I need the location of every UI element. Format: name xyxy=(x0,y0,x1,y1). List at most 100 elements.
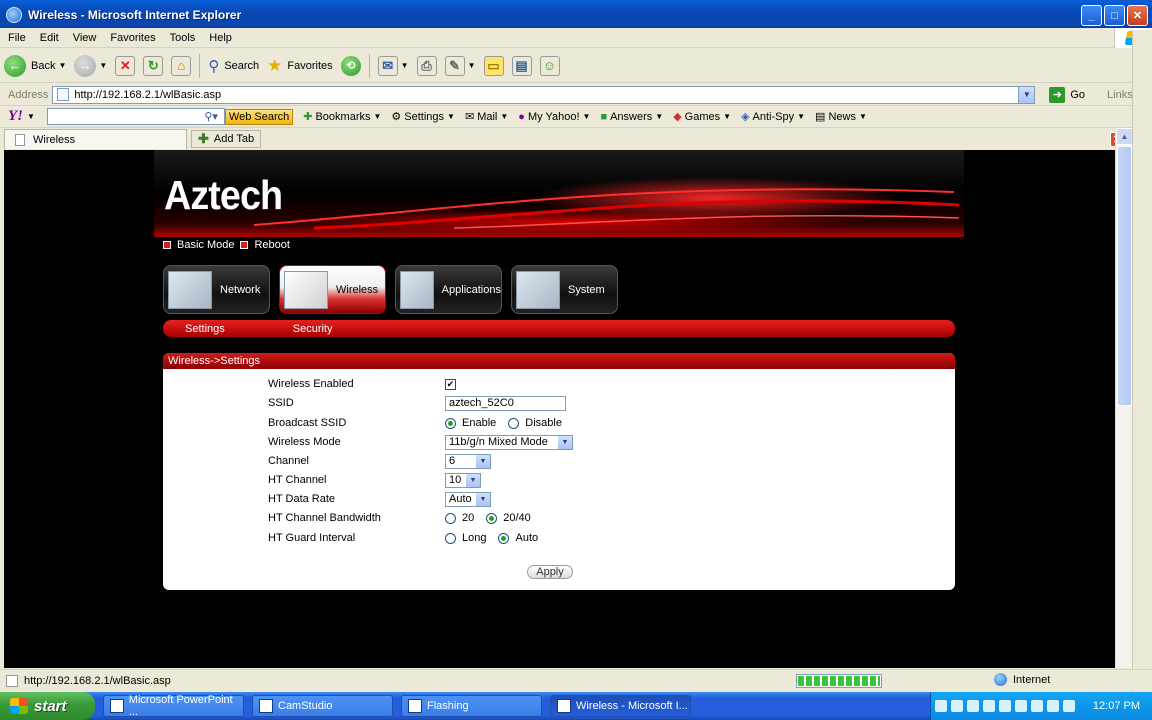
history-button[interactable]: ⟲ xyxy=(337,52,365,80)
games-link[interactable]: ◆ Games ▼ xyxy=(673,110,731,124)
ht-data-rate-value: Auto xyxy=(449,493,472,505)
chevron-down-icon[interactable]: ▼ xyxy=(27,112,35,121)
broadcast-enable-radio[interactable] xyxy=(445,417,456,429)
scroll-up-icon[interactable]: ▲ xyxy=(1116,128,1133,145)
guard-long-radio[interactable] xyxy=(445,532,456,544)
guard-auto-radio[interactable] xyxy=(498,532,510,544)
tray-icon[interactable] xyxy=(1063,700,1075,712)
reboot-link[interactable]: Reboot xyxy=(254,239,289,251)
tray-icon[interactable] xyxy=(999,700,1011,712)
web-search-button[interactable]: Web Search xyxy=(224,108,294,125)
address-input[interactable]: http://192.168.2.1/wlBasic.asp ▼ xyxy=(52,85,1036,104)
status-url: http://192.168.2.1/wlBasic.asp xyxy=(24,674,171,687)
task-wireless-ie[interactable]: Wireless - Microsoft I... xyxy=(550,695,691,717)
broadcast-enable-label: Enable xyxy=(462,417,497,429)
news-link[interactable]: ▤ News ▼ xyxy=(815,110,867,124)
mail-link[interactable]: ✉ Mail ▼ xyxy=(465,110,508,124)
bandwidth-20-radio[interactable] xyxy=(445,512,456,524)
favorites-button[interactable]: ★ Favorites xyxy=(263,52,337,80)
sub-nav: Settings Security xyxy=(163,320,955,337)
mail-button[interactable]: ✉ ▼ xyxy=(374,52,413,80)
address-bar: Address http://192.168.2.1/wlBasic.asp ▼… xyxy=(0,84,1152,106)
subnav-settings[interactable]: Settings xyxy=(185,323,225,335)
tab-wireless[interactable]: Wireless xyxy=(4,129,187,149)
ssid-input[interactable]: aztech_52C0 xyxy=(445,395,566,411)
basic-mode-link[interactable]: Basic Mode xyxy=(177,239,234,251)
scroll-thumb[interactable] xyxy=(1117,146,1132,406)
anti-spy-link[interactable]: ◈ Anti-Spy ▼ xyxy=(741,110,805,124)
row-wireless-enabled: Wireless Enabled ✔ xyxy=(268,375,955,393)
tray-icon[interactable] xyxy=(951,700,963,712)
stop-button[interactable]: ✕ xyxy=(111,52,139,80)
home-button[interactable]: ⌂ xyxy=(167,52,195,80)
ht-data-rate-select[interactable]: Auto ▼ xyxy=(445,491,491,507)
yahoo-toolbar: Y! ▼ ⚲▾ Web Search ✚ Bookmarks ▼ ⚙ Settings… xyxy=(0,106,1152,128)
menu-edit[interactable]: Edit xyxy=(34,32,65,44)
progress-bar xyxy=(796,674,882,688)
bandwidth-2040-radio[interactable] xyxy=(486,512,498,524)
tray-icon[interactable] xyxy=(1031,700,1043,712)
refresh-button[interactable]: ↻ xyxy=(139,52,167,80)
menu-view[interactable]: View xyxy=(67,32,103,44)
back-label: Back xyxy=(31,59,56,72)
menu-favorites[interactable]: Favorites xyxy=(104,32,161,44)
nav-system[interactable]: System xyxy=(511,265,618,314)
channel-select[interactable]: 6 ▼ xyxy=(445,453,491,469)
subnav-security[interactable]: Security xyxy=(293,323,333,335)
forward-button[interactable]: → ▼ xyxy=(70,52,111,80)
chevron-down-icon[interactable]: ▼ xyxy=(99,61,107,70)
add-tab-button[interactable]: ✚ Add Tab xyxy=(191,130,262,148)
mail-label: Mail xyxy=(477,110,498,123)
messenger-button[interactable]: ☺ xyxy=(536,52,564,80)
chevron-down-icon[interactable]: ▼ xyxy=(401,61,409,70)
chevron-down-icon[interactable]: ▼ xyxy=(468,61,476,70)
chevron-down-icon: ▼ xyxy=(858,112,867,121)
address-dropdown-icon[interactable]: ▼ xyxy=(1018,86,1035,103)
chevron-down-icon[interactable]: ▼ xyxy=(58,61,66,70)
answers-link[interactable]: ■ Answers ▼ xyxy=(600,111,663,123)
edit-button[interactable]: ✎ ▼ xyxy=(441,52,480,80)
back-button[interactable]: ← Back ▼ xyxy=(0,52,70,80)
search-button[interactable]: ⚲ Search xyxy=(204,52,263,80)
tray-icon[interactable] xyxy=(983,700,995,712)
task-powerpoint[interactable]: Microsoft PowerPoint ... xyxy=(103,694,244,718)
print-button[interactable]: ⎙ xyxy=(413,52,441,80)
wireless-mode-select[interactable]: 11b/g/n Mixed Mode ▼ xyxy=(445,434,573,450)
close-button[interactable]: ✕ xyxy=(1127,5,1148,26)
bookmarks-label: Bookmarks xyxy=(315,110,371,123)
go-button[interactable]: ➜ Go xyxy=(1049,86,1085,103)
vertical-scrollbar[interactable]: ▲ xyxy=(1115,128,1133,668)
my-yahoo-link[interactable]: ● My Yahoo! ▼ xyxy=(518,111,590,123)
ht-channel-bandwidth-label: HT Channel Bandwidth xyxy=(268,512,381,524)
wireless-enabled-checkbox[interactable]: ✔ xyxy=(445,378,456,390)
minimize-button[interactable]: _ xyxy=(1081,5,1102,26)
tray-icon[interactable] xyxy=(1047,700,1059,712)
nav-applications[interactable]: Applications xyxy=(395,265,502,314)
yahoo-logo[interactable]: Y! xyxy=(8,108,23,125)
task-label: Flashing xyxy=(427,700,469,712)
ht-channel-select[interactable]: 10 ▼ xyxy=(445,472,481,488)
settings-button[interactable]: ⚙ Settings ▼ xyxy=(391,110,455,124)
window-icon xyxy=(408,699,422,713)
tray-icon[interactable] xyxy=(967,700,979,712)
task-camstudio[interactable]: CamStudio xyxy=(252,695,393,717)
research-button[interactable]: ▤ xyxy=(508,52,536,80)
tray-icon[interactable] xyxy=(1015,700,1027,712)
menu-help[interactable]: Help xyxy=(203,32,238,44)
row-ssid: SSID aztech_52C0 xyxy=(268,394,955,412)
links-button[interactable]: Links xyxy=(1107,89,1133,101)
start-button[interactable]: start xyxy=(0,692,95,720)
bookmarks-button[interactable]: ✚ Bookmarks ▼ xyxy=(303,110,381,124)
nav-wireless[interactable]: Wireless xyxy=(279,265,386,314)
apply-button[interactable]: Apply xyxy=(527,565,573,579)
task-flashing[interactable]: Flashing xyxy=(401,695,542,717)
yahoo-search-input[interactable]: ⚲▾ xyxy=(46,108,225,125)
maximize-button[interactable]: □ xyxy=(1104,5,1125,26)
menu-file[interactable]: File xyxy=(2,32,32,44)
ie-logo-icon xyxy=(557,699,571,713)
nav-network[interactable]: Network xyxy=(163,265,270,314)
menu-tools[interactable]: Tools xyxy=(164,32,202,44)
tray-icon[interactable] xyxy=(935,700,947,712)
broadcast-disable-radio[interactable] xyxy=(508,417,520,429)
discuss-button[interactable]: ▭ xyxy=(480,52,508,80)
